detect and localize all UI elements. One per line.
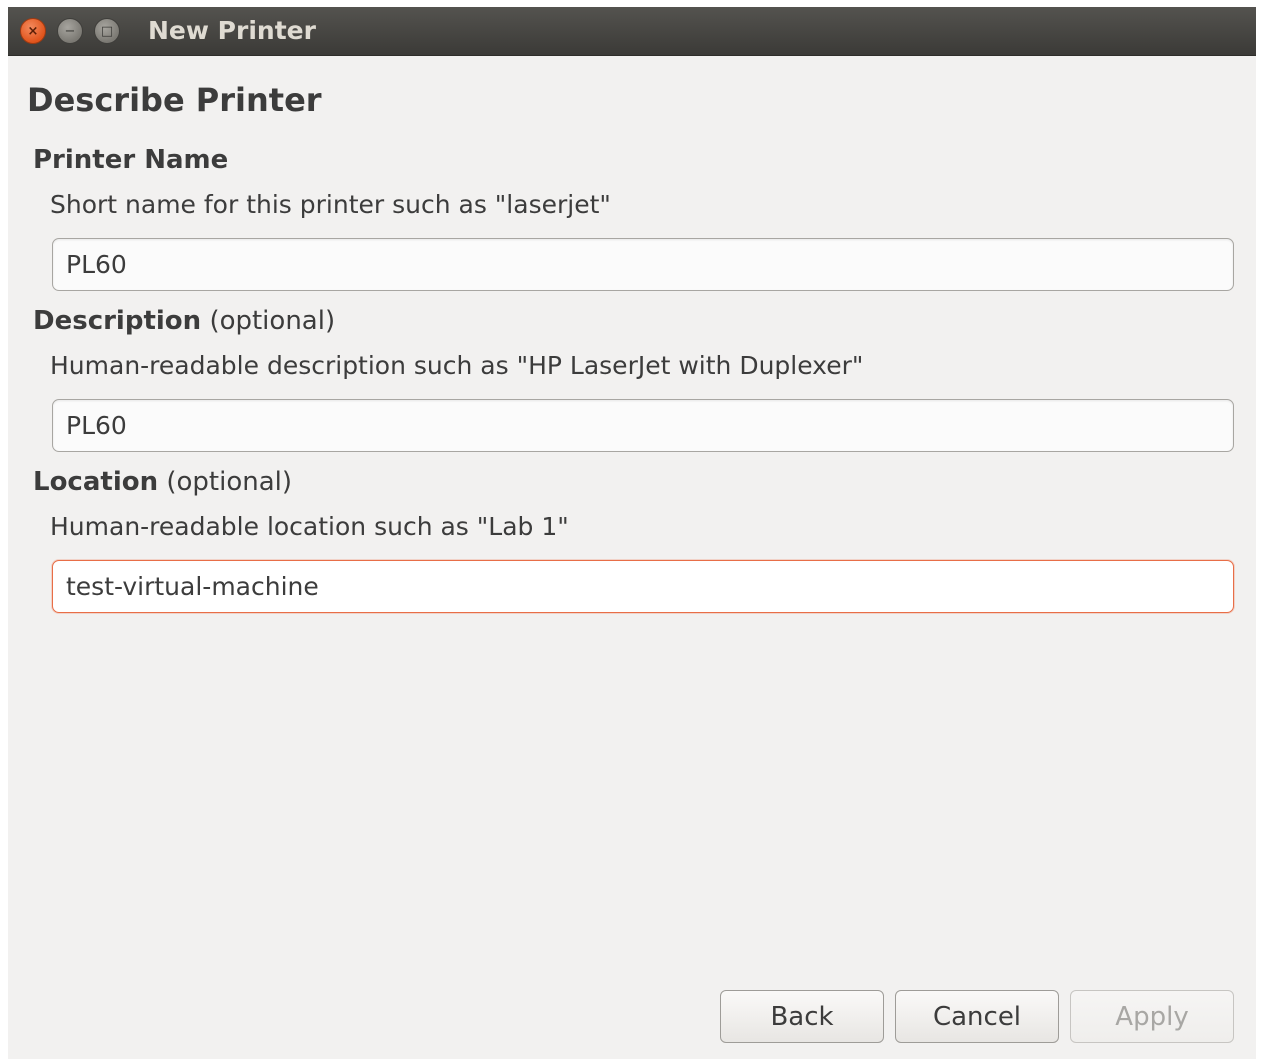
back-button[interactable]: Back — [720, 990, 884, 1043]
location-heading: Location (optional) — [33, 467, 292, 497]
description-optional-label: (optional) — [209, 306, 336, 336]
location-optional-label: (optional) — [166, 467, 293, 497]
description-hint: Human-readable description such as "HP L… — [50, 351, 864, 380]
minimize-window-button[interactable]: − — [57, 18, 83, 44]
title-bar[interactable]: × − □ New Printer — [8, 7, 1256, 56]
page-title: Describe Printer — [27, 81, 322, 119]
description-label: Description — [33, 306, 202, 336]
description-input[interactable] — [52, 399, 1234, 452]
location-label: Location — [33, 467, 159, 497]
location-hint: Human-readable location such as "Lab 1" — [50, 512, 569, 541]
location-input[interactable] — [52, 560, 1234, 613]
minimize-icon: − — [64, 23, 76, 39]
printer-name-hint: Short name for this printer such as "las… — [50, 190, 611, 219]
window-title: New Printer — [148, 16, 316, 45]
maximize-icon: □ — [100, 23, 114, 39]
close-window-button[interactable]: × — [20, 18, 46, 44]
description-heading: Description (optional) — [33, 306, 335, 336]
new-printer-window: × − □ New Printer Describe Printer Print… — [8, 7, 1256, 1059]
printer-name-label: Printer Name — [33, 145, 229, 175]
close-icon: × — [27, 23, 39, 39]
cancel-button[interactable]: Cancel — [895, 990, 1059, 1043]
printer-name-input[interactable] — [52, 238, 1234, 291]
maximize-window-button[interactable]: □ — [94, 18, 120, 44]
printer-name-heading: Printer Name — [33, 145, 228, 175]
apply-button[interactable]: Apply — [1070, 990, 1234, 1043]
